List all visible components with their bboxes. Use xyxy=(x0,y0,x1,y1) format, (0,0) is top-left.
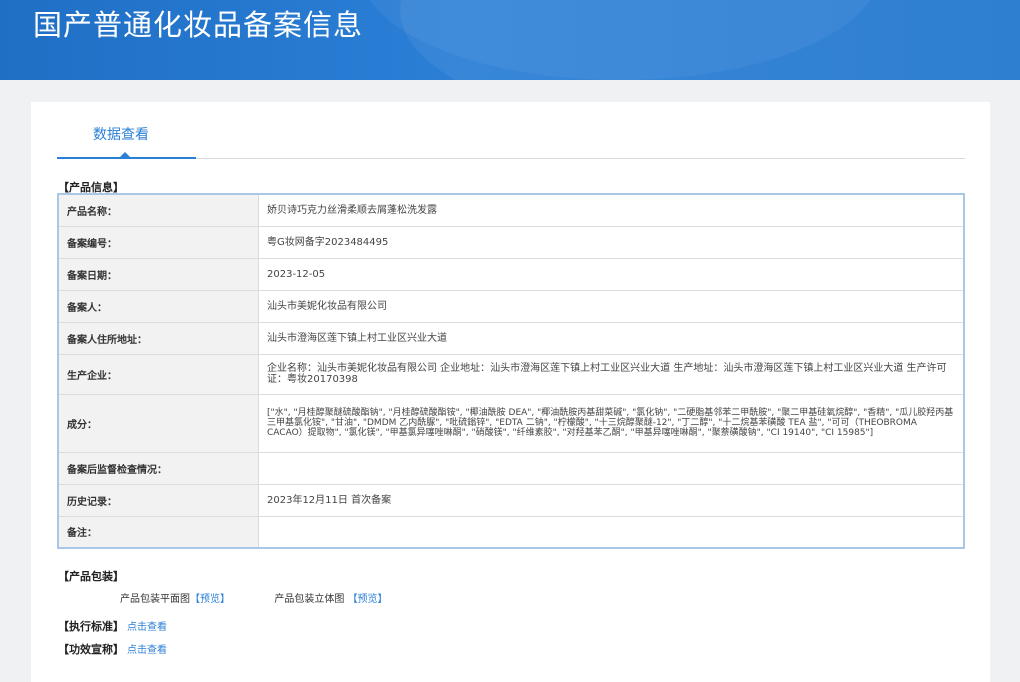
row-value: 汕头市澄海区莲下镇上村工业区兴业大道 xyxy=(258,321,965,355)
row-label: 产品名称： xyxy=(57,193,259,227)
row-value: ["水", "月桂醇聚醚硫酸酯钠", "月桂醇硫酸酯铵", "椰油酰胺 DEA"… xyxy=(258,393,965,453)
tab-active-caret xyxy=(120,152,130,157)
standard-view-link[interactable]: 点击查看 xyxy=(127,618,167,633)
section-title-packaging: 【产品包装】 xyxy=(58,570,124,583)
page-title: 国产普通化妆品备案信息 xyxy=(33,8,364,42)
row-value: 企业名称：汕头市美妮化妆品有限公司 企业地址：汕头市澄海区莲下镇上村工业区兴业大… xyxy=(258,353,965,395)
table-row: 备案编号： 粤G妆网备字2023484495 xyxy=(57,225,965,259)
table-row: 备案人： 汕头市美妮化妆品有限公司 xyxy=(57,289,965,323)
table-row: 成分： ["水", "月桂醇聚醚硫酸酯钠", "月桂醇硫酸酯铵", "椰油酰胺 … xyxy=(57,393,965,453)
packaging-flat-preview-link[interactable]: 【预览】 xyxy=(190,594,230,605)
tab-bar: 数据查看 xyxy=(57,102,965,159)
packaging-stereo-label: 产品包装立体图 xyxy=(274,594,345,605)
row-label: 历史记录： xyxy=(57,483,259,517)
table-row: 备案日期： 2023-12-05 xyxy=(57,257,965,291)
tab-label: 数据查看 xyxy=(93,127,149,143)
table-row: 产品名称： 娇贝诗巧克力丝滑柔顺去屑蓬松洗发露 xyxy=(57,193,965,227)
row-value: 2023年12月11日 首次备案 xyxy=(258,483,965,517)
row-value: 娇贝诗巧克力丝滑柔顺去屑蓬松洗发露 xyxy=(258,193,965,227)
table-row: 备注： xyxy=(57,515,965,549)
row-label: 备案人住所地址： xyxy=(57,321,259,355)
table-row: 备案后监督检查情况： xyxy=(57,451,965,485)
packaging-stereo-preview-link[interactable]: 【预览】 xyxy=(348,594,388,605)
table-row: 备案人住所地址： 汕头市澄海区莲下镇上村工业区兴业大道 xyxy=(57,321,965,355)
row-label: 成分： xyxy=(57,393,259,453)
row-value xyxy=(258,451,965,485)
packaging-row: 产品包装平面图【预览】 产品包装立体图 【预览】 xyxy=(120,590,388,605)
row-label: 备案后监督检查情况： xyxy=(57,451,259,485)
row-value xyxy=(258,515,965,549)
row-label: 备注： xyxy=(57,515,259,549)
claims-view-link[interactable]: 点击查看 xyxy=(127,641,167,656)
row-label: 备案编号： xyxy=(57,225,259,259)
header-banner: 国产普通化妆品备案信息 xyxy=(0,0,1020,80)
row-value: 汕头市美妮化妆品有限公司 xyxy=(258,289,965,323)
row-value: 2023-12-05 xyxy=(258,257,965,291)
packaging-flat-label: 产品包装平面图 xyxy=(120,594,190,605)
row-label: 备案日期： xyxy=(57,257,259,291)
row-label: 备案人： xyxy=(57,289,259,323)
section-title-claims: 【功效宣称】 xyxy=(58,643,124,656)
tab-data-view[interactable]: 数据查看 xyxy=(57,102,196,159)
content-panel: 数据查看 【产品信息】 产品名称： 娇贝诗巧克力丝滑柔顺去屑蓬松洗发露 备案编号… xyxy=(31,102,990,682)
row-value: 粤G妆网备字2023484495 xyxy=(258,225,965,259)
table-row: 历史记录： 2023年12月11日 首次备案 xyxy=(57,483,965,517)
section-title-standard: 【执行标准】 xyxy=(58,620,124,633)
row-label: 生产企业： xyxy=(57,353,259,395)
product-info-table: 产品名称： 娇贝诗巧克力丝滑柔顺去屑蓬松洗发露 备案编号： 粤G妆网备字2023… xyxy=(57,193,965,549)
table-row: 生产企业： 企业名称：汕头市美妮化妆品有限公司 企业地址：汕头市澄海区莲下镇上村… xyxy=(57,353,965,395)
